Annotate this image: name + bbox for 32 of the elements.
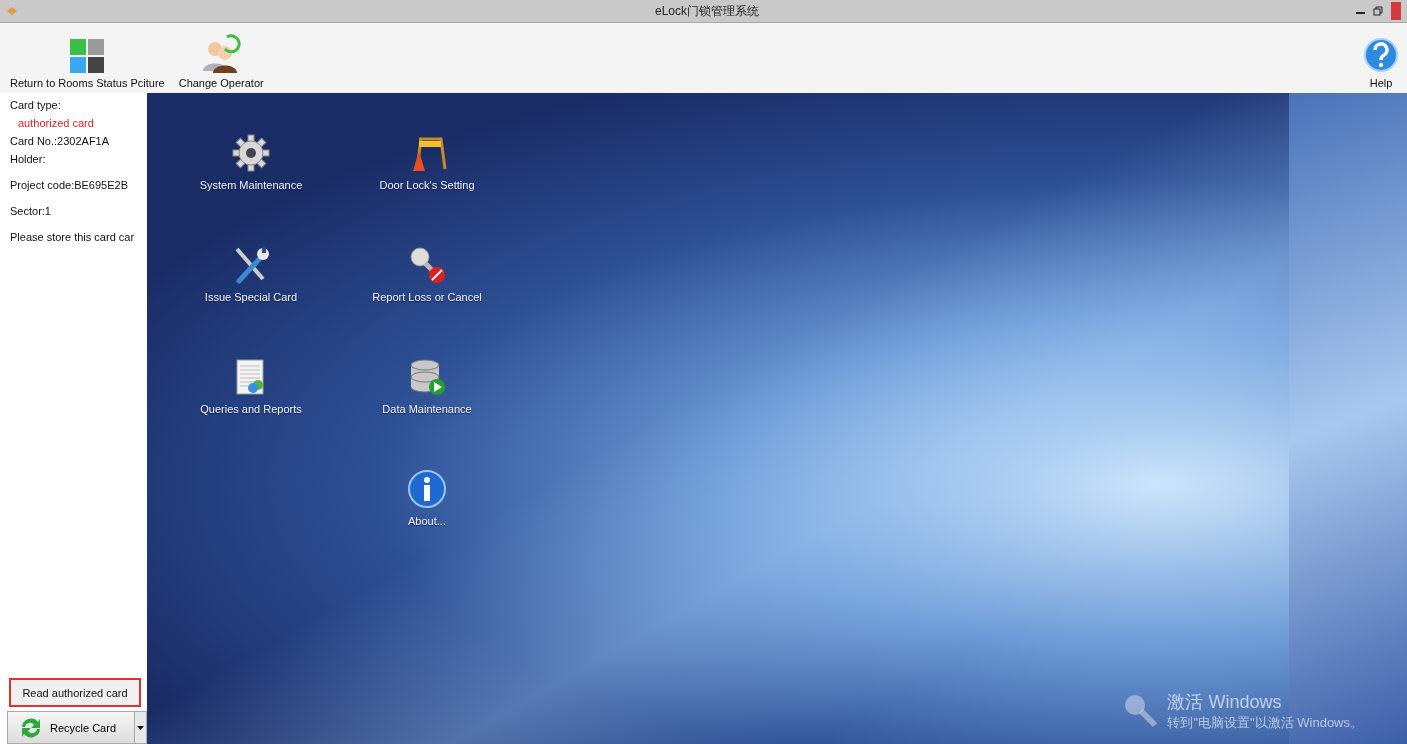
info-icon	[407, 469, 447, 509]
help-button[interactable]: Help	[1363, 37, 1399, 89]
users-refresh-icon	[201, 33, 242, 73]
card-info-text: Please store this card car	[9, 231, 136, 243]
menu-item[interactable]: Data Maintenance	[339, 357, 515, 437]
read-card-button[interactable]: Read authorized card	[9, 678, 141, 707]
card-info-text: Sector:1	[9, 205, 52, 217]
toolbar-button[interactable]: Return to Rooms Status Pciture	[10, 39, 165, 89]
menu-item[interactable]: About...	[339, 469, 515, 549]
caret-icon	[137, 725, 144, 730]
gear-icon	[231, 133, 271, 173]
tiles-icon	[70, 39, 105, 73]
menu-item[interactable]: Issue Special Card	[163, 245, 339, 325]
menu-item[interactable]: Report Loss or Cancel	[339, 245, 515, 325]
activation-title: 激活 Windows	[1167, 691, 1283, 714]
database-icon	[407, 357, 447, 397]
menu-item[interactable]: System Maintenance	[163, 133, 339, 213]
window-title: eLock门锁管理系统	[654, 2, 760, 20]
card-type-value: authorized card	[17, 117, 95, 129]
app-icon	[6, 5, 18, 17]
card-info-text: Project code:BE695E2B	[9, 179, 130, 191]
help-icon	[1363, 37, 1399, 73]
menu-item[interactable]: Door Lock's Setting	[339, 133, 515, 213]
recycle-card-button[interactable]: Recycle Card	[7, 711, 135, 744]
menu-item[interactable]: Queries and Reports	[163, 357, 339, 437]
restore-icon[interactable]	[1373, 6, 1383, 16]
dropdown-button[interactable]	[135, 711, 147, 744]
toolbar-button[interactable]: Change Operator	[178, 33, 264, 89]
card-info-text: Holder:	[9, 153, 47, 165]
card-info-text: Card type:	[9, 99, 62, 111]
card-info-text: Card No.:2302AF1A	[9, 135, 111, 147]
activation-text: 转到"电脑设置"以激活 Windows。	[1167, 714, 1363, 732]
